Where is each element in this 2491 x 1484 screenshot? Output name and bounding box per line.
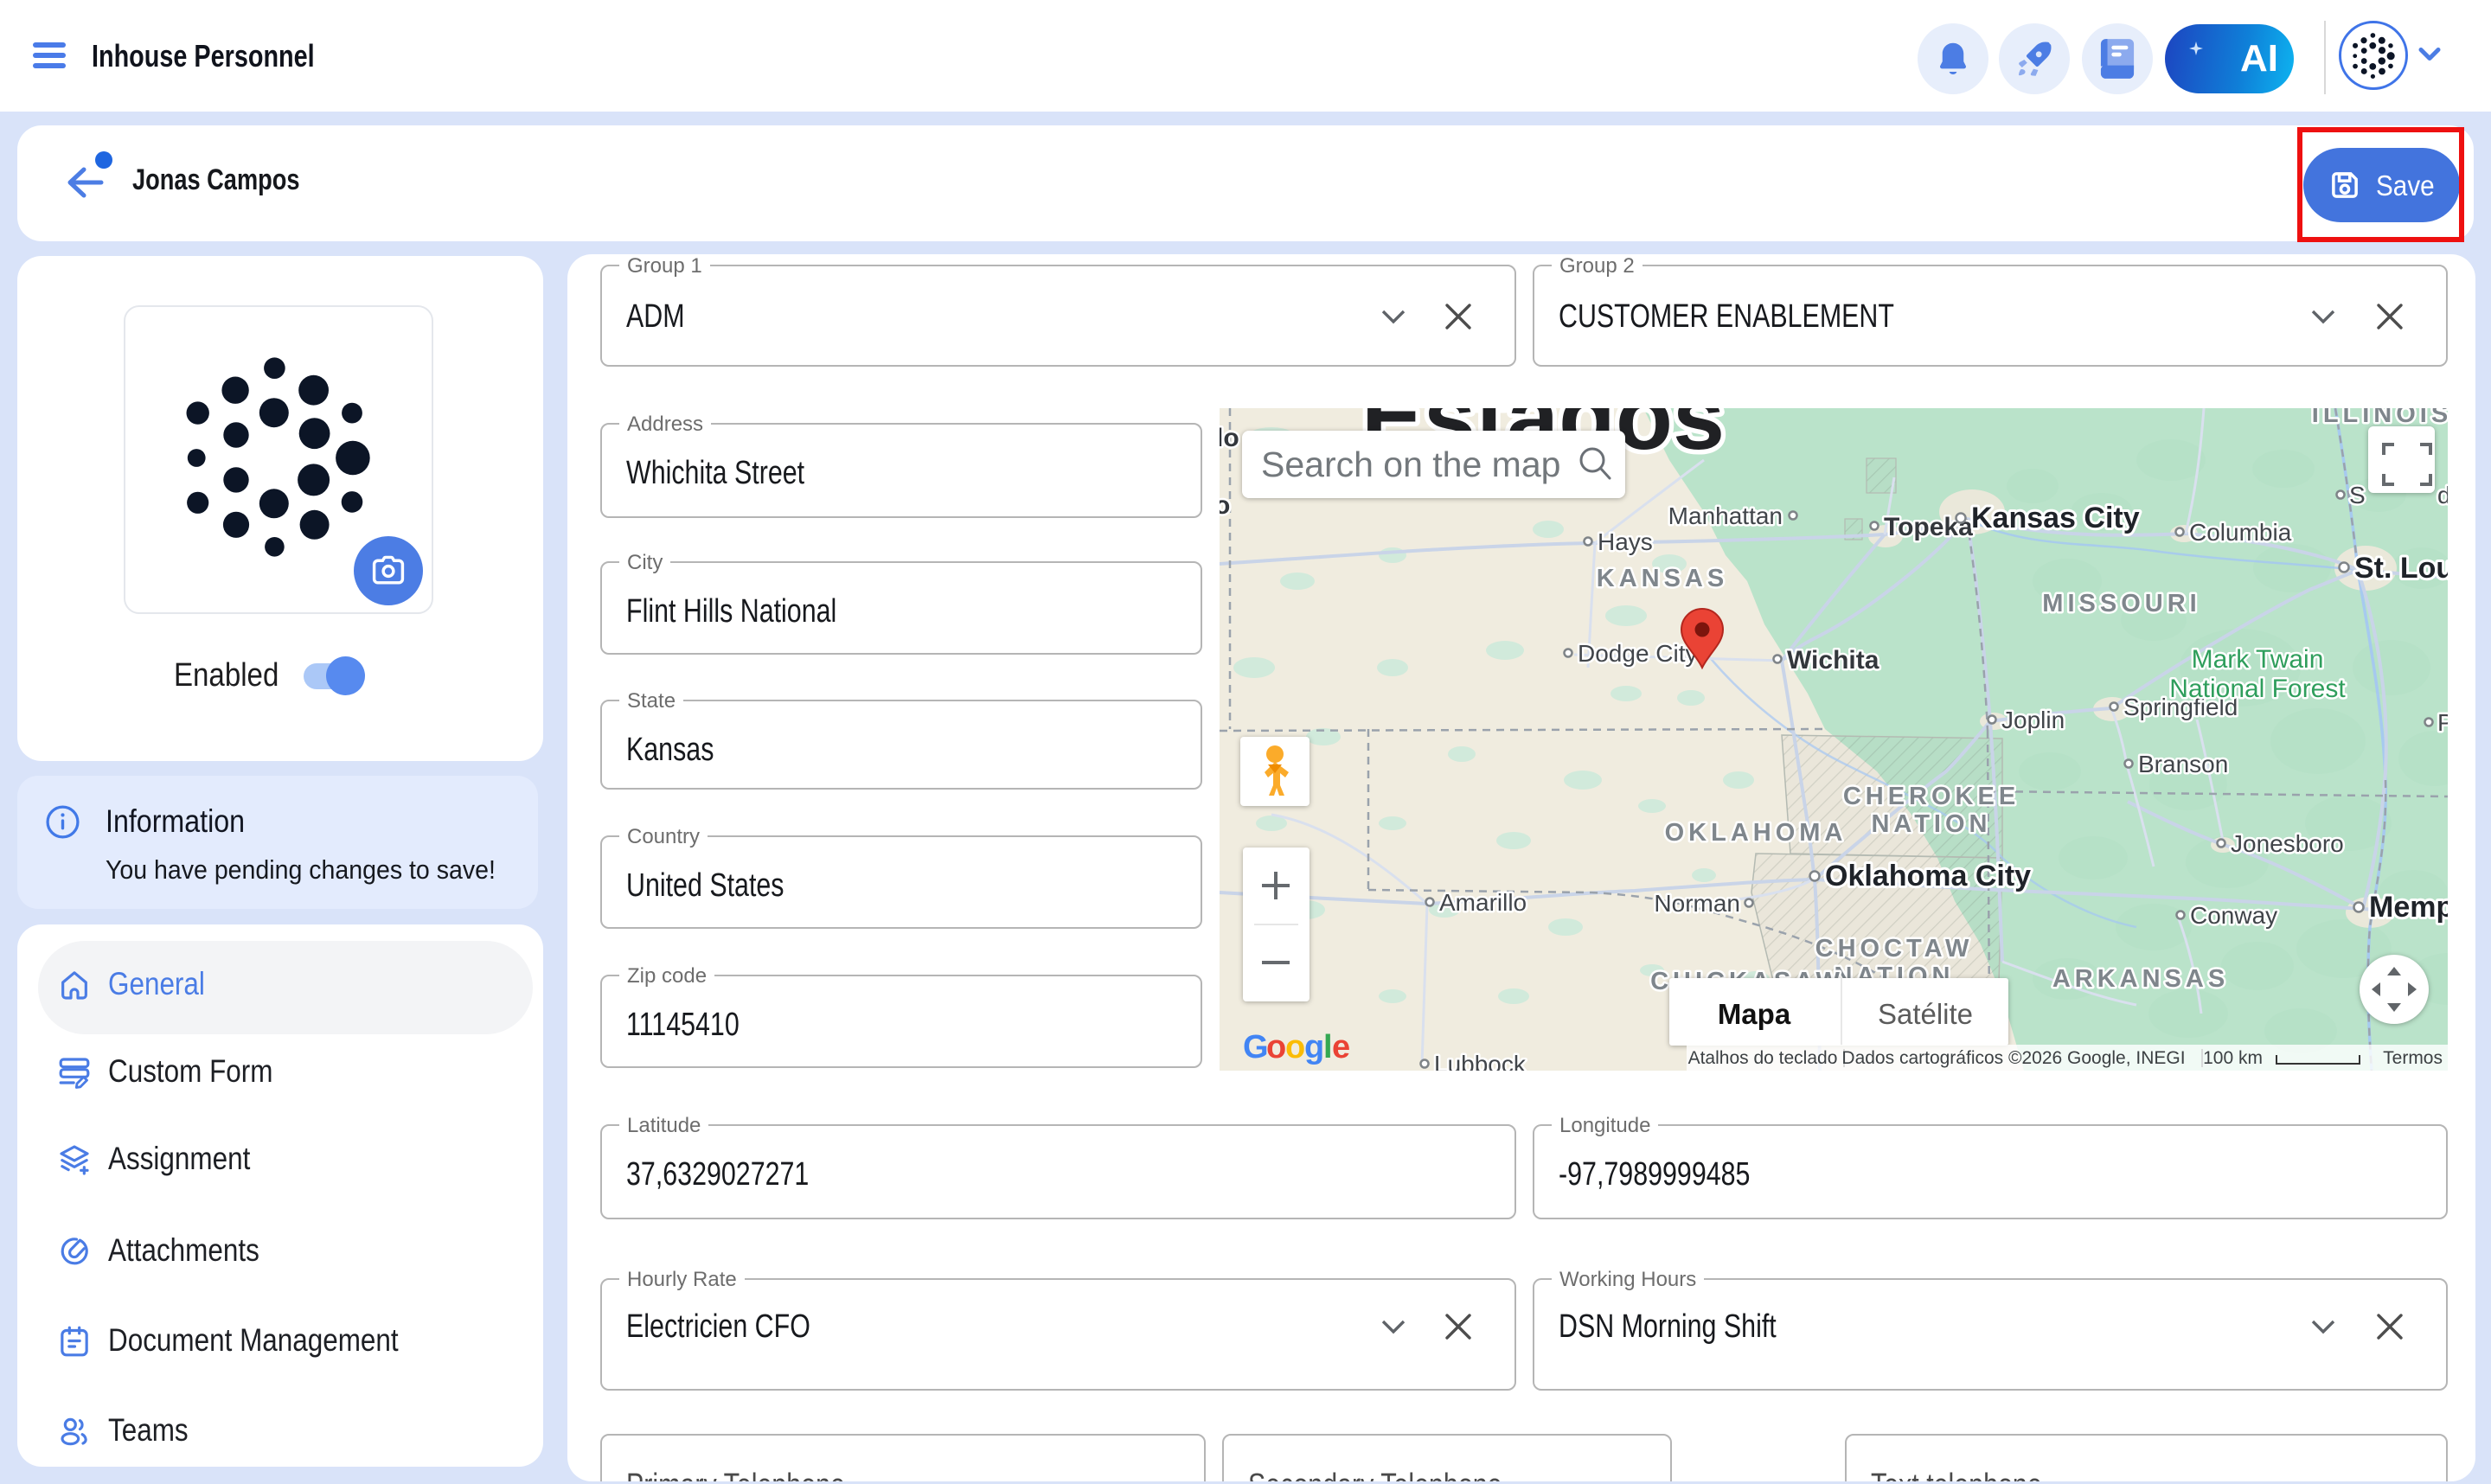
svg-text:Lubbock: Lubbock <box>1434 1051 1527 1071</box>
svg-text:lo: lo <box>1220 424 1239 452</box>
svg-text:Memphis: Memphis <box>2369 891 2448 924</box>
svg-text:Kansas City: Kansas City <box>1971 502 2140 534</box>
svg-text:Joplin: Joplin <box>2001 707 2065 733</box>
svg-text:CHEROKEE: CHEROKEE <box>1843 783 2020 810</box>
svg-text:ARKANSAS: ARKANSAS <box>2052 965 2229 993</box>
svg-text:National Forest: National Forest <box>2169 675 2346 703</box>
svg-text:e: e <box>1332 1029 1350 1065</box>
svg-text:Hays: Hays <box>1598 528 1653 555</box>
svg-text:Atalhos do teclado: Atalhos do teclado <box>1688 1048 1838 1068</box>
svg-text:Branson: Branson <box>2138 751 2228 777</box>
svg-text:Amarillo: Amarillo <box>1439 889 1527 916</box>
svg-text:MISSOURI: MISSOURI <box>2042 590 2200 617</box>
svg-text:g: g <box>1304 1029 1324 1065</box>
svg-text:Norman: Norman <box>1654 890 1740 917</box>
svg-text:St. Louis: St. Louis <box>2354 552 2448 585</box>
svg-text:Mapa: Mapa <box>1718 998 1791 1030</box>
svg-text:OKLAHOMA: OKLAHOMA <box>1665 819 1847 847</box>
svg-text:Jonesboro: Jonesboro <box>2231 830 2344 857</box>
svg-text:CHOCTAW: CHOCTAW <box>1815 935 1974 963</box>
svg-text:NATION: NATION <box>1871 810 1991 838</box>
svg-text:S: S <box>2349 482 2366 509</box>
svg-text:Dodge City: Dodge City <box>1578 640 1698 667</box>
svg-text:l: l <box>1323 1029 1333 1065</box>
svg-text:o: o <box>1220 491 1230 520</box>
svg-text:o: o <box>1266 1029 1286 1065</box>
svg-text:Dados cartográficos ©2026 Goog: Dados cartográficos ©2026 Google, INEGI <box>1841 1048 2185 1068</box>
svg-text:G: G <box>1243 1029 1269 1065</box>
svg-text:Pa: Pa <box>2437 709 2448 736</box>
svg-text:Termos: Termos <box>2383 1048 2443 1068</box>
svg-text:Mark Twain: Mark Twain <box>2192 645 2324 674</box>
svg-text:Oklahoma City: Oklahoma City <box>1825 860 2031 892</box>
svg-text:Manhattan: Manhattan <box>1668 502 1783 529</box>
svg-text:100 km: 100 km <box>2203 1048 2263 1068</box>
svg-text:o: o <box>1285 1029 1305 1065</box>
svg-text:KANSAS: KANSAS <box>1597 565 1728 592</box>
svg-text:Columbia: Columbia <box>2189 519 2292 546</box>
svg-text:ILLINOIS: ILLINOIS <box>2312 408 2448 428</box>
svg-text:Wichita: Wichita <box>1787 646 1879 675</box>
svg-text:d: d <box>2437 482 2448 509</box>
svg-text:Conway: Conway <box>2190 902 2277 929</box>
svg-text:Search on the map: Search on the map <box>1261 445 1560 484</box>
svg-text:Satélite: Satélite <box>1878 998 1973 1030</box>
